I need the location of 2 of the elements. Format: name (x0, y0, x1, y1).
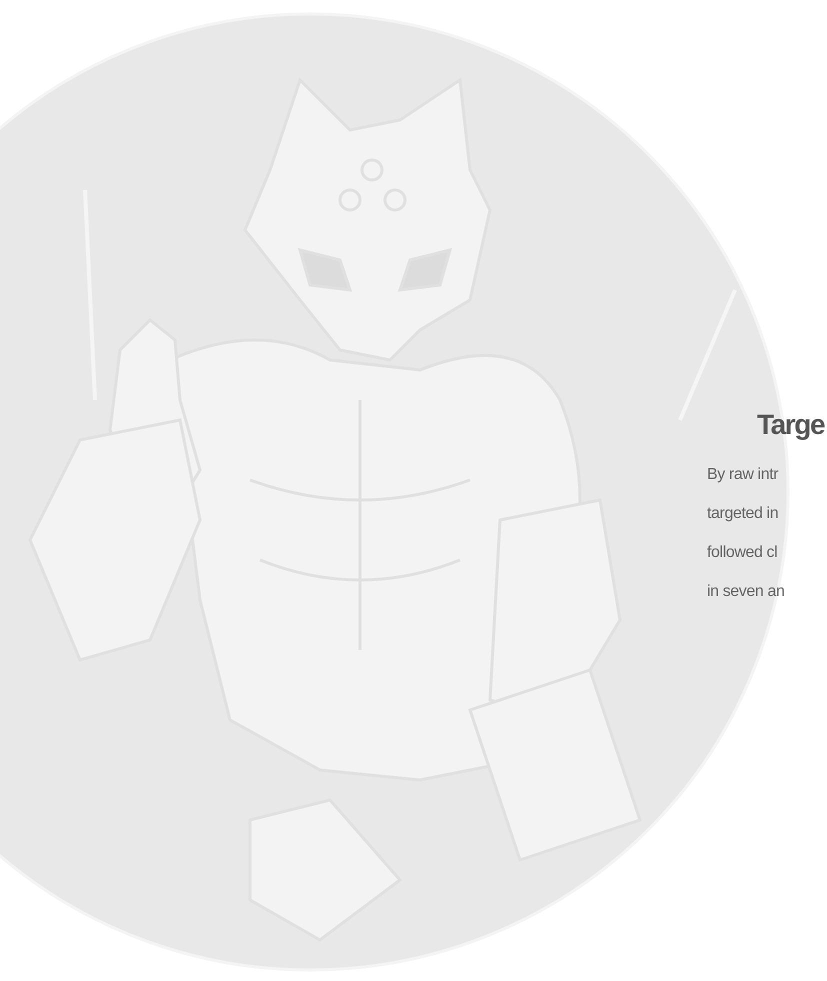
section-paragraph: By raw intr targeted in followed cl in seven an (707, 465, 786, 602)
section-heading: Targe (757, 408, 824, 442)
